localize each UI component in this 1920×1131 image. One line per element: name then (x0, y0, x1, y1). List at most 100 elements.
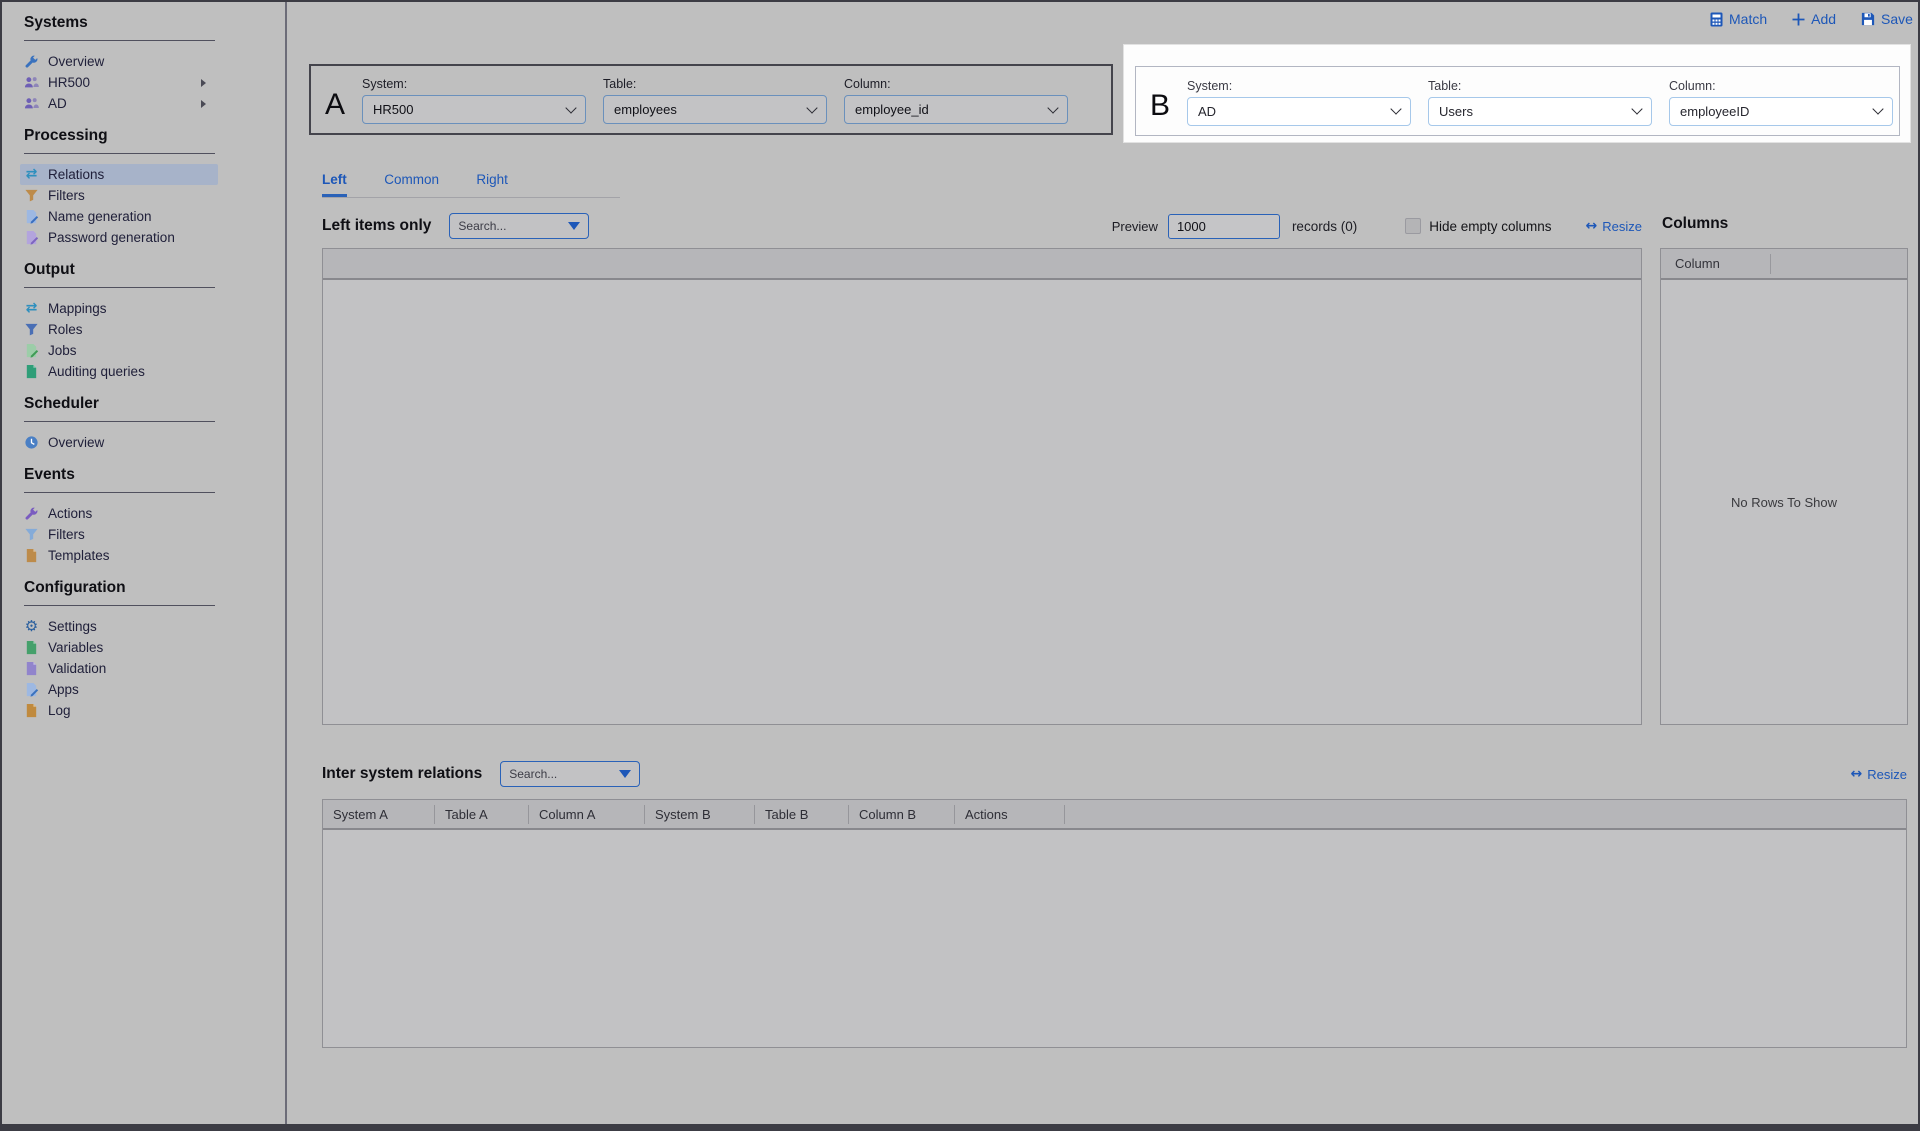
sidebar-item-filters[interactable]: Filters (20, 185, 218, 206)
sidebar-item-settings[interactable]: ⚙ Settings (20, 616, 218, 637)
users-icon (24, 96, 39, 111)
filter-dropdown-icon[interactable] (568, 222, 580, 230)
resize-arrows-icon: ↔ (1586, 218, 1598, 234)
save-button[interactable]: Save (1861, 11, 1913, 27)
resize-label: Resize (1602, 219, 1642, 234)
sidebar-item-label: Settings (48, 619, 97, 634)
table-select[interactable]: Users (1428, 97, 1652, 126)
system-value: AD (1198, 104, 1392, 119)
sidebar-section-processing: Processing (24, 127, 285, 145)
sidebar-item-name-generation[interactable]: Name generation (20, 206, 218, 227)
left-items-search[interactable] (449, 213, 589, 239)
document-pencil-icon (24, 343, 39, 358)
left-items-grid (322, 248, 1642, 725)
source-panel-b: B System: AD Table: Users Column: employ… (1135, 66, 1900, 136)
tab-right[interactable]: Right (476, 172, 508, 194)
header-system-b[interactable]: System B (645, 805, 755, 824)
search-input[interactable] (458, 219, 562, 233)
sidebar-item-label: Filters (48, 527, 85, 542)
panel-a-table-field: Table: employees (603, 77, 827, 124)
columns-panel-title: Columns (1662, 215, 1728, 233)
sidebar-item-hr500[interactable]: HR500 (20, 72, 218, 93)
document-pencil-icon (24, 682, 39, 697)
sidebar-item-relations[interactable]: ⇄ Relations (20, 164, 218, 185)
columns-grid-header: Column (1661, 249, 1907, 280)
sidebar-item-label: Apps (48, 682, 79, 697)
resize-relations-button[interactable]: ↔ Resize (1851, 766, 1907, 782)
relations-arrows-icon: ⇄ (24, 167, 39, 182)
system-select[interactable]: AD (1187, 97, 1411, 126)
sidebar-item-label: Name generation (48, 209, 152, 224)
sidebar-item-apps[interactable]: Apps (20, 679, 218, 700)
header-system-a[interactable]: System A (323, 805, 435, 824)
hide-empty-columns-checkbox[interactable] (1405, 218, 1421, 234)
sidebar-item-jobs[interactable]: Jobs (20, 340, 218, 361)
sidebar-item-password-generation[interactable]: Password generation (20, 227, 218, 248)
table-value: Users (1439, 104, 1633, 119)
add-button[interactable]: Add (1792, 11, 1836, 27)
sidebar-item-events-filters[interactable]: Filters (20, 524, 218, 545)
sidebar-item-log[interactable]: Log (20, 700, 218, 721)
document-pencil-icon (24, 209, 39, 224)
sidebar-section-scheduler: Scheduler (24, 395, 285, 413)
save-icon (1861, 12, 1875, 26)
sidebar-item-label: Overview (48, 435, 104, 450)
sidebar-item-label: Auditing queries (48, 364, 145, 379)
preview-count-input[interactable] (1168, 214, 1280, 239)
column-value: employeeID (1680, 104, 1874, 119)
header-table-b[interactable]: Table B (755, 805, 849, 824)
sidebar-item-ad[interactable]: AD (20, 93, 218, 114)
sidebar-item-roles[interactable]: Roles (20, 319, 218, 340)
sidebar-section-configuration: Configuration (24, 579, 285, 597)
tab-left[interactable]: Left (322, 172, 347, 197)
sidebar-item-label: Actions (48, 506, 92, 521)
system-label: System: (362, 77, 586, 91)
system-label: System: (1187, 79, 1411, 93)
header-column-b[interactable]: Column B (849, 805, 955, 824)
left-items-toolbar: Left items only Preview records (0) Hide… (322, 211, 1642, 241)
header-table-a[interactable]: Table A (435, 805, 529, 824)
left-items-title: Left items only (322, 217, 431, 235)
system-select[interactable]: HR500 (362, 95, 586, 124)
source-panel-a: A System: HR500 Table: employees Column:… (309, 64, 1113, 135)
column-label: Column: (1669, 79, 1893, 93)
column-select[interactable]: employee_id (844, 95, 1068, 124)
inter-system-relations-title: Inter system relations (322, 765, 482, 783)
sidebar-item-variables[interactable]: Variables (20, 637, 218, 658)
sidebar-item-overview[interactable]: Overview (20, 51, 218, 72)
sidebar-item-label: Overview (48, 54, 104, 69)
calculator-icon (1710, 12, 1723, 27)
match-button[interactable]: Match (1710, 11, 1767, 27)
sidebar-item-label: Log (48, 703, 71, 718)
columns-grid-body: No Rows To Show (1661, 280, 1907, 724)
divider (24, 421, 215, 422)
table-value: employees (614, 102, 808, 117)
header-column-a[interactable]: Column A (529, 805, 645, 824)
sidebar-item-actions[interactable]: Actions (20, 503, 218, 524)
header-actions[interactable]: Actions (955, 805, 1065, 824)
resize-label: Resize (1867, 767, 1907, 782)
sidebar-item-mappings[interactable]: ⇄ Mappings (20, 298, 218, 319)
tab-common[interactable]: Common (384, 172, 439, 194)
expand-chevron-icon[interactable] (201, 100, 206, 108)
sidebar-item-validation[interactable]: Validation (20, 658, 218, 679)
expand-chevron-icon[interactable] (201, 79, 206, 87)
column-header-cell[interactable]: Column (1661, 254, 1771, 274)
chevron-down-icon (1631, 103, 1642, 114)
search-input[interactable] (509, 767, 613, 781)
table-label: Table: (603, 77, 827, 91)
resize-columns-button[interactable]: ↔ Resize (1586, 218, 1642, 234)
table-label: Table: (1428, 79, 1652, 93)
relations-grid-header: System A Table A Column A System B Table… (323, 800, 1906, 830)
document-icon (24, 548, 39, 563)
filter-dropdown-icon[interactable] (619, 770, 631, 778)
left-items-grid-header (323, 249, 1641, 280)
column-select[interactable]: employeeID (1669, 97, 1893, 126)
sidebar-item-label: Password generation (48, 230, 175, 245)
sidebar-item-templates[interactable]: Templates (20, 545, 218, 566)
table-select[interactable]: employees (603, 95, 827, 124)
sidebar-item-scheduler-overview[interactable]: Overview (20, 432, 218, 453)
sidebar-item-auditing-queries[interactable]: Auditing queries (20, 361, 218, 382)
relations-search[interactable] (500, 761, 640, 787)
divider (24, 605, 215, 606)
